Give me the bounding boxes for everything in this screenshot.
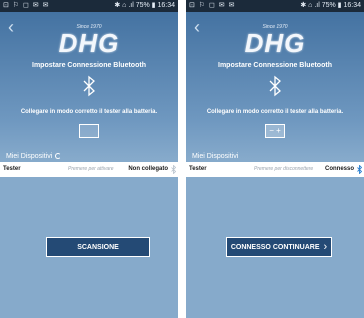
device-hint: Premere per disconnettere bbox=[254, 166, 314, 172]
scan-button-label: SCANSIONE bbox=[77, 243, 119, 251]
bluetooth-icon bbox=[269, 75, 281, 97]
status-right-info: ✱ ⌂ .ıl 75% ▮ 16:34 bbox=[300, 2, 361, 9]
loading-spinner-icon bbox=[55, 153, 62, 159]
my-devices-header: Miei Dispositivi bbox=[6, 153, 62, 160]
bluetooth-status-icon bbox=[171, 165, 176, 174]
status-bar: ⊡ ⚐ ◻ ✉ ✉ ✱ ⌂ .ıl 75% ▮ 16:34 bbox=[0, 0, 178, 12]
device-status: Connesso bbox=[324, 166, 354, 172]
logo-text: DHG bbox=[58, 28, 120, 58]
instruction-text: Collegare in modo corretto il tester all… bbox=[20, 109, 158, 115]
continue-button[interactable]: CONNESSO CONTINUARE › bbox=[226, 237, 332, 257]
status-right-info: ✱ ⌂ .ıl 75% ▮ 16:34 bbox=[114, 2, 175, 9]
my-devices-label: Miei Dispositivi bbox=[6, 153, 53, 160]
screen-scan: ⊡ ⚐ ◻ ✉ ✉ ✱ ⌂ .ıl 75% ▮ 16:34 ‹ Since 19… bbox=[0, 0, 178, 318]
battery-tester-icon: − + bbox=[265, 124, 285, 138]
continue-button-label: CONNESSO CONTINUARE bbox=[230, 243, 320, 251]
instruction-text: Collegare in modo corretto il tester all… bbox=[206, 109, 344, 115]
page-title: Impostare Connessione Bluetooth bbox=[218, 62, 332, 69]
device-name: Tester bbox=[189, 166, 207, 172]
brand-logo: Since 1970 DHG bbox=[186, 14, 364, 58]
brand-logo: Since 1970 DHG bbox=[0, 14, 178, 58]
screen-connected: ⊡ ⚐ ◻ ✉ ✉ ✱ ⌂ .ıl 75% ▮ 16:34 ‹ Since 19… bbox=[186, 0, 364, 318]
device-hint: Premere per attivare bbox=[68, 166, 114, 172]
status-bar: ⊡ ⚐ ◻ ✉ ✉ ✱ ⌂ .ıl 75% ▮ 16:34 bbox=[186, 0, 364, 12]
device-row[interactable]: Tester Premere per attivare Non collegat… bbox=[0, 162, 178, 177]
notification-icons: ⊡ ⚐ ◻ ✉ ✉ bbox=[3, 2, 50, 9]
logo-text: DHG bbox=[244, 28, 306, 58]
device-row[interactable]: Tester Premere per disconnettere Conness… bbox=[186, 162, 364, 177]
device-status: Non collegato bbox=[128, 166, 168, 172]
bluetooth-connected-icon bbox=[357, 165, 362, 174]
notification-icons: ⊡ ⚐ ◻ ✉ ✉ bbox=[189, 2, 236, 9]
my-devices-header: Miei Dispositivi bbox=[192, 153, 238, 160]
device-name: Tester bbox=[3, 166, 21, 172]
page-title: Impostare Connessione Bluetooth bbox=[32, 62, 146, 69]
tester-device-icon bbox=[79, 124, 99, 138]
battery-polarity-icon: − + bbox=[269, 126, 281, 135]
scan-button[interactable]: SCANSIONE bbox=[46, 237, 150, 257]
my-devices-label: Miei Dispositivi bbox=[192, 153, 239, 160]
bluetooth-icon bbox=[83, 75, 95, 97]
chevron-right-icon: › bbox=[323, 240, 328, 253]
